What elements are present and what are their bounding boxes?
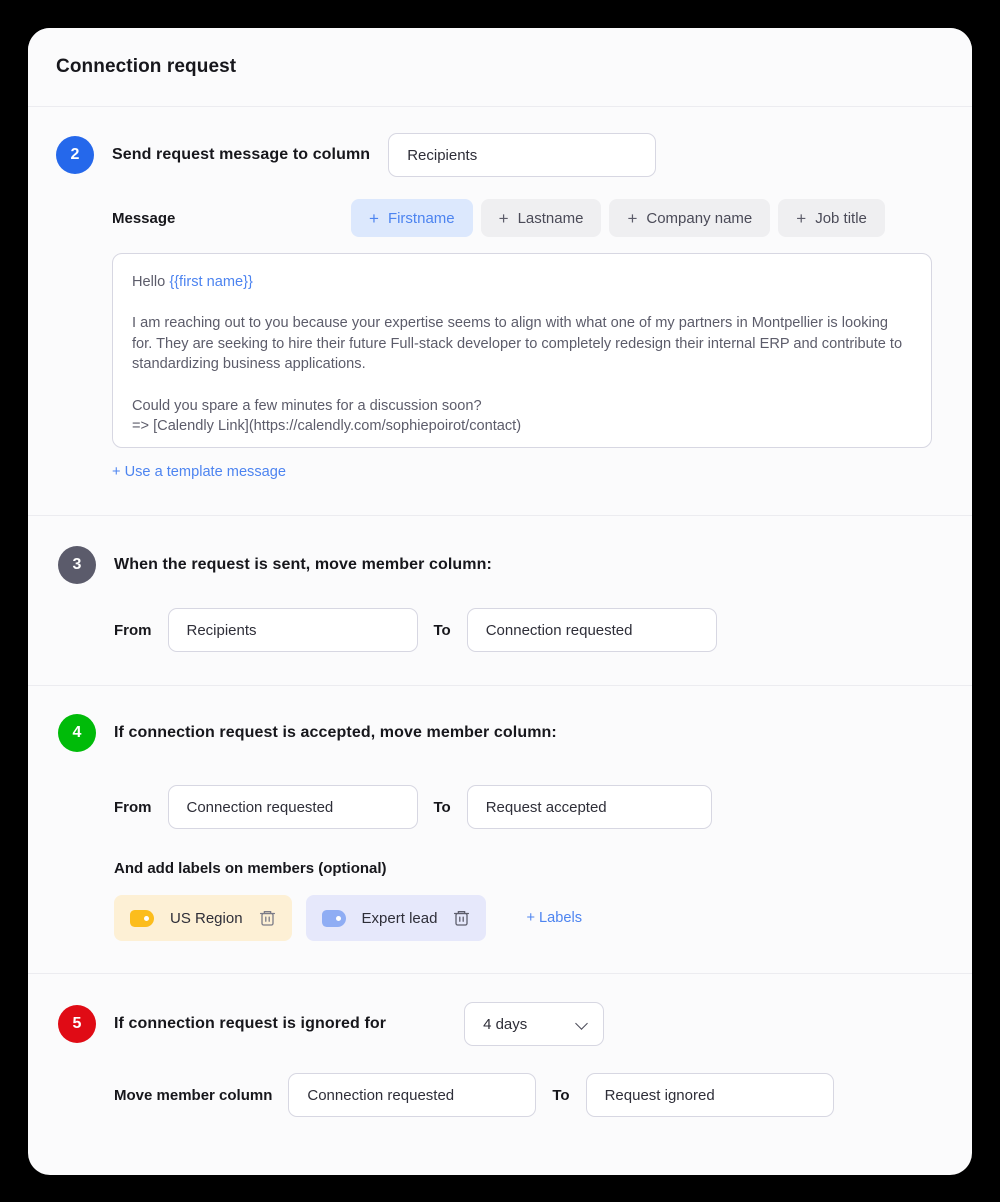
step-5-delay-dropdown[interactable]: 4 days bbox=[464, 1002, 605, 1046]
step-2-column-value: Recipients bbox=[407, 146, 478, 164]
step-3-title: When the request is sent, move member co… bbox=[114, 556, 492, 573]
step-4-from-value: Connection requested bbox=[186, 798, 334, 816]
card-header: Connection request bbox=[28, 28, 972, 107]
step-4-to-value: Request accepted bbox=[485, 798, 607, 816]
label-chip-name: Expert lead bbox=[361, 909, 438, 927]
tag-icon bbox=[130, 909, 154, 927]
plus-icon: + bbox=[796, 208, 807, 228]
step-4-to-label: To bbox=[433, 798, 451, 816]
step-3-section: 3 When the request is sent, move member … bbox=[28, 516, 972, 686]
step-3-from-select[interactable]: Recipients bbox=[167, 608, 418, 652]
step-2-column-select[interactable]: Recipients bbox=[388, 133, 657, 177]
message-label: Message bbox=[112, 209, 176, 227]
step-4-to-select[interactable]: Request accepted bbox=[466, 785, 712, 829]
labels-section-title: And add labels on members (optional) bbox=[114, 860, 387, 877]
step-4-from-select[interactable]: Connection requested bbox=[167, 785, 418, 829]
message-variables-row: Message + Firstname + Lastname + Company… bbox=[56, 199, 944, 237]
step-5-move-row: Move member column Connection requested … bbox=[114, 1073, 944, 1117]
step-5-header: 5 If connection request is ignored for 4… bbox=[56, 1002, 944, 1046]
step-3-from-label: From bbox=[114, 621, 152, 639]
page-title: Connection request bbox=[56, 56, 237, 77]
variable-chip-company-name[interactable]: + Company name bbox=[609, 199, 771, 237]
trash-icon[interactable] bbox=[453, 909, 470, 927]
message-greeting: Hello bbox=[132, 274, 170, 290]
trash-icon[interactable] bbox=[259, 909, 276, 927]
step-2-header: 2 Send request message to column Recipie… bbox=[56, 133, 944, 177]
step-5-section: 5 If connection request is ignored for 4… bbox=[28, 974, 972, 1147]
step-5-to-select[interactable]: Request ignored bbox=[585, 1073, 834, 1117]
step-5-delay-value: 4 days bbox=[483, 1015, 528, 1033]
step-3-to-label: To bbox=[433, 621, 451, 639]
step-4-header: 4 If connection request is accepted, mov… bbox=[56, 714, 944, 752]
labels-row: US Region Expert lead + Labels bbox=[114, 895, 944, 941]
plus-icon: + bbox=[369, 208, 379, 228]
connection-request-card: Connection request 2 Send request messag… bbox=[28, 28, 972, 1175]
step-4-section: 4 If connection request is accepted, mov… bbox=[28, 686, 972, 974]
plus-icon: + bbox=[498, 208, 509, 228]
step-3-badge: 3 bbox=[58, 546, 96, 584]
variable-chip-list: + Firstname + Lastname + Company name + … bbox=[351, 199, 885, 237]
step-5-badge: 5 bbox=[58, 1005, 96, 1043]
step-5-move-label: Move member column bbox=[114, 1086, 273, 1104]
variable-chip-firstname[interactable]: + Firstname bbox=[351, 199, 473, 237]
chevron-down-icon bbox=[576, 1018, 589, 1031]
tag-icon bbox=[321, 909, 346, 927]
step-4-badge: 4 bbox=[58, 714, 96, 752]
variable-chip-lastname[interactable]: + Lastname bbox=[480, 199, 602, 237]
variable-chip-label: Lastname bbox=[517, 209, 584, 227]
variable-chip-label: Job title bbox=[815, 209, 867, 227]
use-template-message-link[interactable]: + Use a template message bbox=[112, 464, 286, 480]
step-5-title: If connection request is ignored for bbox=[114, 1015, 387, 1032]
step-3-to-value: Connection requested bbox=[485, 621, 633, 639]
message-template-variable: {{first name}} bbox=[169, 274, 253, 290]
step-2-title: Send request message to column bbox=[112, 146, 371, 163]
variable-chip-label: Firstname bbox=[387, 209, 455, 227]
step-5-to-value: Request ignored bbox=[604, 1086, 715, 1104]
step-3-from-value: Recipients bbox=[186, 621, 257, 639]
step-5-to-label: To bbox=[552, 1086, 570, 1104]
label-chip-us-region[interactable]: US Region bbox=[114, 895, 292, 941]
step-3-to-select[interactable]: Connection requested bbox=[466, 608, 717, 652]
plus-icon: + bbox=[627, 208, 638, 228]
step-3-header: 3 When the request is sent, move member … bbox=[56, 546, 944, 584]
variable-chip-job-title[interactable]: + Job title bbox=[778, 199, 885, 237]
step-5-from-value: Connection requested bbox=[307, 1086, 455, 1104]
label-chip-expert-lead[interactable]: Expert lead bbox=[305, 895, 487, 941]
step-4-move-row: From Connection requested To Request acc… bbox=[56, 785, 944, 829]
step-2-section: 2 Send request message to column Recipie… bbox=[28, 107, 972, 516]
step-4-from-label: From bbox=[114, 798, 152, 816]
label-chip-name: US Region bbox=[170, 909, 243, 927]
step-5-from-select[interactable]: Connection requested bbox=[288, 1073, 537, 1117]
step-2-badge: 2 bbox=[56, 136, 94, 174]
step-4-title: If connection request is accepted, move … bbox=[114, 724, 557, 741]
step-3-move-row: From Recipients To Connection requested bbox=[56, 608, 944, 652]
message-body: I am reaching out to you because your ex… bbox=[132, 315, 903, 435]
variable-chip-label: Company name bbox=[646, 209, 753, 227]
message-textarea[interactable]: Hello {{first name}} I am reaching out t… bbox=[112, 253, 932, 448]
add-labels-link[interactable]: + Labels bbox=[526, 910, 582, 926]
